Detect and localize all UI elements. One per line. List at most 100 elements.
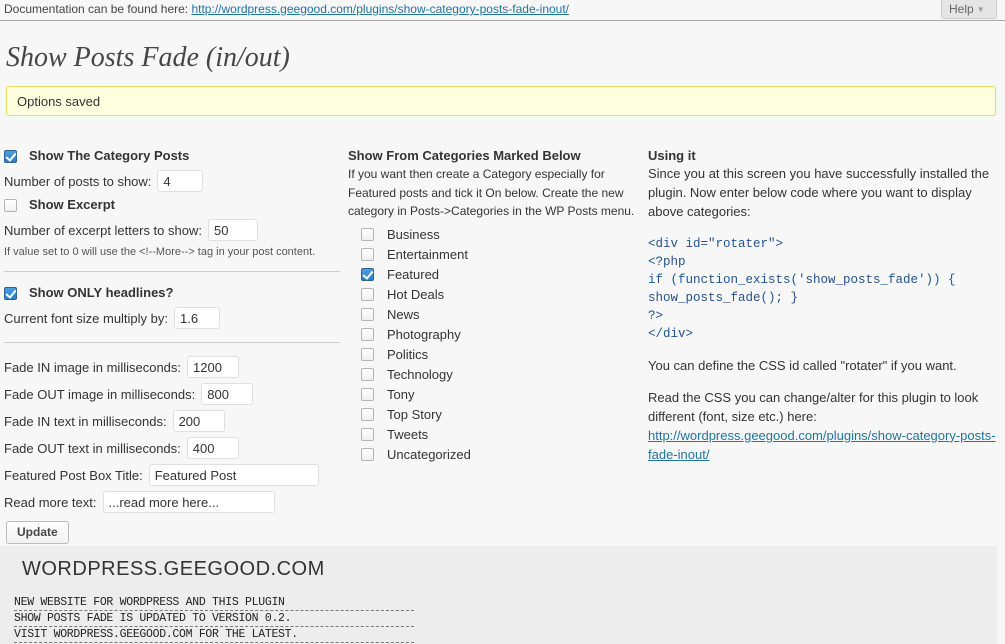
font-multiply-input[interactable] (174, 307, 221, 329)
footer-message-list: NEW WEBSITE FOR WORDPRESS AND THIS PLUGI… (14, 595, 414, 643)
list-item[interactable]: Tony (348, 385, 638, 405)
footer-line: NEW WEBSITE FOR WORDPRESS AND THIS PLUGI… (14, 595, 414, 611)
fade-in-text-input[interactable] (172, 410, 225, 432)
show-category-posts-checkbox[interactable] (4, 150, 17, 163)
category-checkbox-uncategorized[interactable] (361, 448, 374, 462)
category-checkbox-top-story[interactable] (361, 408, 374, 422)
posts-to-show-row: Number of posts to show: (4, 170, 340, 192)
list-item[interactable]: Entertainment (348, 245, 638, 265)
category-checkbox-list: Business Entertainment Featured Hot Deal… (348, 225, 638, 465)
usage-code-snippet: <div id="rotater"> <?php if (function_ex… (648, 236, 956, 342)
list-item[interactable]: Business (348, 225, 638, 245)
category-checkbox-technology[interactable] (361, 368, 374, 382)
fade-in-text-row: Fade IN text in milliseconds: (4, 410, 340, 432)
category-checkbox-tweets[interactable] (361, 428, 374, 442)
list-item[interactable]: Hot Deals (348, 285, 638, 305)
footer-banner: WORDPRESS.GEEGOOD.COM NEW WEBSITE FOR WO… (0, 546, 997, 644)
css-id-note: You can define the CSS id called "rotate… (648, 358, 957, 374)
excerpt-letters-row: Number of excerpt letters to show: (4, 219, 340, 241)
category-label: Tweets (387, 427, 429, 443)
categories-panel: Show From Categories Marked Below If you… (348, 148, 638, 465)
read-more-input[interactable] (102, 491, 275, 513)
category-checkbox-hot-deals[interactable] (361, 288, 374, 302)
category-label: News (387, 307, 420, 323)
status-notice: Options saved (6, 86, 996, 116)
category-checkbox-business[interactable] (361, 228, 374, 242)
chevron-down-icon: ▼ (976, 5, 985, 15)
read-css-note-text: Read the CSS you can change/alter for th… (648, 390, 979, 424)
excerpt-letters-label: Number of excerpt letters to show: (4, 222, 202, 238)
fade-out-text-row: Fade OUT text in milliseconds: (4, 437, 340, 459)
update-button[interactable]: Update (6, 521, 69, 544)
fade-out-image-input[interactable] (201, 383, 254, 405)
show-category-posts-row[interactable]: Show The Category Posts (4, 148, 340, 165)
category-checkbox-entertainment[interactable] (361, 248, 374, 262)
category-label: Photography (387, 327, 461, 343)
list-item[interactable]: Top Story (348, 405, 638, 425)
font-multiply-row: Current font size multiply by: (4, 307, 340, 329)
font-multiply-label: Current font size multiply by: (4, 310, 169, 326)
read-more-label: Read more text: (4, 494, 97, 510)
categories-description: If you want then create a Category espec… (348, 167, 635, 219)
list-item[interactable]: Photography (348, 325, 638, 345)
featured-box-title-label: Featured Post Box Title: (4, 467, 143, 483)
only-headlines-row[interactable]: Show ONLY headlines? (4, 285, 340, 302)
divider-one (4, 271, 340, 272)
fade-in-image-input[interactable] (187, 356, 240, 378)
only-headlines-checkbox[interactable] (4, 287, 17, 300)
category-label: Top Story (387, 407, 442, 423)
category-label: Politics (387, 347, 429, 363)
footer-line: SHOW POSTS FADE IS UPDATED TO VERSION 0.… (14, 611, 414, 627)
category-checkbox-politics[interactable] (361, 348, 374, 362)
documentation-bar: Documentation can be found here: http://… (0, 0, 1005, 20)
read-css-note: Read the CSS you can change/alter for th… (648, 389, 998, 464)
show-excerpt-row[interactable]: Show Excerpt (4, 197, 340, 214)
fade-in-image-label: Fade IN image in milliseconds: (4, 359, 182, 375)
top-divider (0, 20, 1005, 21)
category-label: Technology (387, 367, 453, 383)
show-category-posts-label: Show The Category Posts (29, 148, 190, 163)
divider-two (4, 342, 340, 343)
list-item[interactable]: Politics (348, 345, 638, 365)
footer-title: WORDPRESS.GEEGOOD.COM (22, 558, 325, 580)
fade-out-text-input[interactable] (186, 437, 239, 459)
categories-heading: Show From Categories Marked Below (348, 148, 581, 163)
list-item[interactable]: News (348, 305, 638, 325)
only-headlines-label: Show ONLY headlines? (29, 285, 174, 300)
category-label: Entertainment (387, 247, 468, 263)
documentation-label: Documentation can be found here: (4, 2, 189, 16)
using-it-intro: Since you at this screen you have succes… (648, 166, 990, 219)
fade-in-image-row: Fade IN image in milliseconds: (4, 356, 340, 378)
category-checkbox-news[interactable] (361, 308, 374, 322)
featured-box-title-row: Featured Post Box Title: (4, 464, 340, 486)
help-tab-button[interactable]: Help ▼ (941, 0, 997, 19)
css-documentation-link[interactable]: http://wordpress.geegood.com/plugins/sho… (648, 428, 996, 462)
category-checkbox-photography[interactable] (361, 328, 374, 342)
fade-out-image-label: Fade OUT image in milliseconds: (4, 386, 196, 402)
help-label: Help (949, 2, 974, 16)
category-checkbox-featured[interactable] (361, 268, 374, 282)
category-label: Hot Deals (387, 287, 445, 303)
posts-to-show-input[interactable] (157, 170, 204, 192)
featured-box-title-input[interactable] (148, 464, 319, 486)
fade-out-image-row: Fade OUT image in milliseconds: (4, 383, 340, 405)
list-item[interactable]: Tweets (348, 425, 638, 445)
page-title: Show Posts Fade (in/out) (6, 42, 290, 73)
status-notice-text: Options saved (17, 94, 101, 109)
documentation-link[interactable]: http://wordpress.geegood.com/plugins/sho… (191, 2, 569, 16)
list-item[interactable]: Technology (348, 365, 638, 385)
using-it-panel: Using it Since you at this screen you ha… (648, 148, 1000, 478)
read-more-row: Read more text: (4, 491, 340, 513)
excerpt-letters-input[interactable] (207, 219, 258, 241)
list-item[interactable]: Featured (348, 265, 638, 285)
posts-to-show-label: Number of posts to show: (4, 173, 152, 189)
category-label: Business (387, 227, 440, 243)
footer-line: VISIT WORDPRESS.GEEGOOD.COM FOR THE LATE… (14, 627, 414, 643)
show-excerpt-checkbox[interactable] (4, 199, 17, 212)
show-excerpt-label: Show Excerpt (29, 197, 115, 212)
category-label: Tony (387, 387, 415, 403)
settings-column-left: Show The Category Posts Number of posts … (4, 148, 340, 518)
category-checkbox-tony[interactable] (361, 388, 374, 402)
list-item[interactable]: Uncategorized (348, 445, 638, 465)
using-it-heading: Using it (648, 148, 696, 163)
